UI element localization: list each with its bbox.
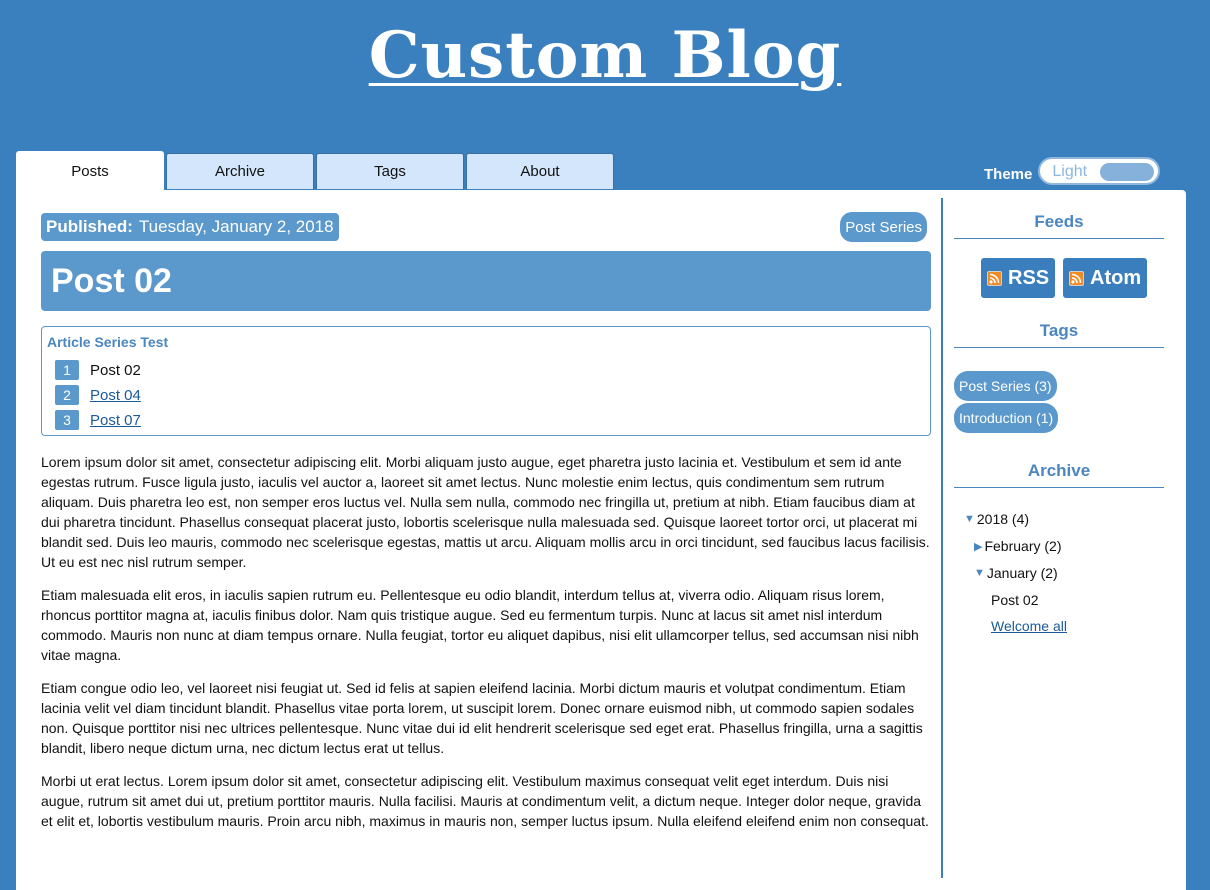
post-title: Post 02 bbox=[41, 251, 931, 311]
site-title[interactable]: Custom Blog bbox=[0, 18, 1210, 93]
archive-heading: Archive bbox=[954, 461, 1164, 488]
archive-post: Welcome all bbox=[991, 618, 1067, 634]
series-item-label: Post 02 bbox=[90, 361, 141, 379]
paragraph: Lorem ipsum dolor sit amet, consectetur … bbox=[41, 454, 930, 570]
series-number: 3 bbox=[55, 410, 79, 430]
paragraph: Morbi ut erat lectus. Lorem ipsum dolor … bbox=[41, 773, 929, 829]
published-label: Published: bbox=[46, 217, 133, 236]
archive-year-label: 2018 (4) bbox=[976, 511, 1030, 527]
chevron-down-icon: ▼ bbox=[964, 513, 975, 525]
tab-posts[interactable]: Posts bbox=[16, 151, 164, 191]
tag-introduction[interactable]: Introduction (1) bbox=[954, 403, 1059, 433]
archive-post-label: Post 02 bbox=[991, 592, 1039, 608]
archive-month-label: February (2) bbox=[984, 538, 1062, 554]
theme-label: Theme bbox=[984, 165, 1033, 183]
article-series-box: Article Series Test 1 Post 02 2 Post 04 … bbox=[41, 326, 931, 436]
rss-feed-button[interactable]: RSS bbox=[981, 258, 1056, 298]
chevron-right-icon: ▶ bbox=[974, 540, 983, 553]
sidebar-divider bbox=[941, 198, 943, 878]
theme-toggle[interactable]: Light bbox=[1038, 157, 1161, 185]
chevron-down-icon: ▼ bbox=[974, 567, 985, 579]
tag-post-series[interactable]: Post Series (3) bbox=[954, 371, 1057, 401]
series-number: 1 bbox=[55, 360, 79, 380]
archive-post-link[interactable]: Welcome all bbox=[991, 618, 1067, 634]
published-badge: Published: Tuesday, January 2, 2018 bbox=[41, 213, 339, 241]
tab-tags[interactable]: Tags bbox=[316, 153, 464, 189]
atom-label: Atom bbox=[1090, 266, 1142, 289]
series-item: 2 Post 04 bbox=[55, 384, 141, 406]
atom-feed-button[interactable]: Atom bbox=[1063, 258, 1148, 298]
archive-month-january[interactable]: ▼ January (2) bbox=[974, 565, 1058, 581]
theme-switcher: Theme Light bbox=[984, 157, 1161, 185]
tags-heading: Tags bbox=[954, 321, 1164, 348]
series-number: 2 bbox=[55, 385, 79, 405]
theme-toggle-knob[interactable] bbox=[1100, 163, 1155, 181]
post-series-tag[interactable]: Post Series bbox=[840, 212, 927, 242]
rss-label: RSS bbox=[1008, 266, 1050, 289]
archive-year-2018[interactable]: ▼ 2018 (4) bbox=[964, 511, 1029, 527]
series-item: 3 Post 07 bbox=[55, 409, 141, 431]
tab-about[interactable]: About bbox=[466, 153, 614, 189]
series-item: 1 Post 02 bbox=[55, 359, 141, 381]
post-body: Lorem ipsum dolor sit amet, consectetur … bbox=[41, 452, 933, 844]
series-item-link[interactable]: Post 07 bbox=[90, 412, 141, 429]
archive-post: Post 02 bbox=[991, 592, 1038, 608]
archive-month-label: January (2) bbox=[986, 565, 1058, 581]
tab-archive[interactable]: Archive bbox=[166, 153, 314, 189]
archive-month-february[interactable]: ▶ February (2) bbox=[974, 538, 1062, 554]
content-panel: Published: Tuesday, January 2, 2018 Post… bbox=[16, 190, 1186, 890]
rss-icon bbox=[1069, 270, 1084, 286]
paragraph: Etiam congue odio leo, vel laoreet nisi … bbox=[41, 680, 923, 756]
published-date: Tuesday, January 2, 2018 bbox=[138, 217, 334, 236]
feeds-heading: Feeds bbox=[954, 212, 1164, 239]
paragraph: Etiam malesuada elit eros, in iaculis sa… bbox=[41, 587, 919, 663]
theme-value: Light bbox=[1052, 163, 1088, 180]
rss-icon bbox=[987, 270, 1002, 286]
series-title: Article Series Test bbox=[47, 334, 169, 350]
series-item-link[interactable]: Post 04 bbox=[90, 387, 141, 404]
